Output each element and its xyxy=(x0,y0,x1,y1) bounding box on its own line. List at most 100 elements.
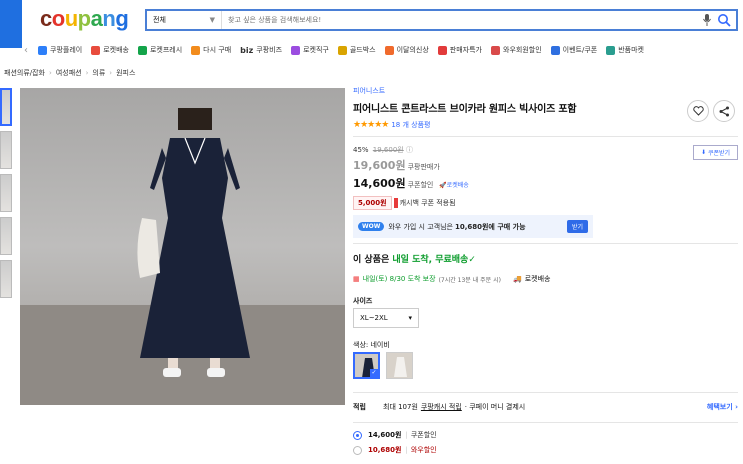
nav-item-10[interactable]: 이벤트/쿠폰 xyxy=(550,45,597,55)
sale-price: 19,600원 쿠팡판매가 xyxy=(353,159,440,172)
nav-item-icon xyxy=(38,45,47,55)
cash-reward: 적립 최대 107원 쿠팡캐시 적립 · 쿠페이 머니 결제시 혜택보기 › xyxy=(353,402,738,412)
wow-membership-banner: WOW 와우 가입 시 고객님은 10,680원에 구매 가능 받기 xyxy=(353,215,593,238)
nav-item-icon xyxy=(137,45,147,55)
nav-item-0[interactable]: 쿠팡플레이 xyxy=(38,45,82,55)
color-label: 색상: 네이비 xyxy=(353,341,390,349)
color-swatch-white[interactable] xyxy=(386,352,413,379)
search-category-select[interactable]: 전체 ▼ xyxy=(147,11,222,29)
nav-item-icon xyxy=(191,45,201,55)
nav-item-5[interactable]: 로켓직구 xyxy=(291,45,329,55)
nav-item-7[interactable]: 이달의신상 xyxy=(384,45,429,55)
product-title: 피어니스트 콘트라스트 브이카라 원피스 빅사이즈 포함 xyxy=(353,104,577,115)
thumbnail-strip xyxy=(0,88,12,303)
thumbnail-3[interactable] xyxy=(0,174,12,212)
brand-link[interactable]: 피어니스트 xyxy=(353,86,743,96)
price-option-1[interactable]: 10,680원 | 와우할인 xyxy=(353,445,437,455)
benefits-link[interactable]: 혜택보기 › xyxy=(707,402,738,412)
price-option-0[interactable]: 14,600원 | 쿠폰할인 xyxy=(353,430,437,440)
breadcrumb-item[interactable]: 원피스 xyxy=(116,69,135,77)
divider-bar: | xyxy=(405,446,408,454)
thumbnail-2[interactable] xyxy=(0,131,12,169)
search-input[interactable] xyxy=(222,16,703,24)
nav-item-icon xyxy=(437,45,447,55)
nav-left-arrow-icon[interactable]: ‹ xyxy=(24,45,28,56)
white-swatch-image xyxy=(387,353,412,378)
search-bar: 전체 ▼ xyxy=(145,9,738,31)
nav-item-icon xyxy=(491,45,500,55)
divider xyxy=(353,243,738,244)
rocket-delivery-label: 🚚 로켓배송 xyxy=(512,275,551,283)
navy-dress-figure xyxy=(137,108,250,377)
nav-item-icon xyxy=(384,45,394,55)
nav-item-4[interactable]: biz 쿠팡비즈 xyxy=(240,45,282,55)
check-icon: ✓ xyxy=(370,369,378,377)
radio-button[interactable] xyxy=(353,430,362,440)
nav-item-icon xyxy=(550,45,560,55)
breadcrumb-item[interactable]: 여성패션 xyxy=(56,69,82,77)
breadcrumb-item[interactable]: 패션의류/잡화 xyxy=(4,69,45,77)
breadcrumb-separator-icon: › xyxy=(49,69,52,77)
thumbnail-5[interactable] xyxy=(0,260,12,298)
share-icon xyxy=(719,106,729,116)
nav-item-8[interactable]: 판매자특가 xyxy=(437,45,482,55)
rating-stars: ★★★★★ xyxy=(353,120,389,130)
nav-item-icon: biz xyxy=(240,45,254,55)
nav-item-icon xyxy=(337,45,347,55)
nav-item-2[interactable]: 로켓프레시 xyxy=(137,45,182,55)
coupon-download-button[interactable]: ⬇ 쿠폰받기 xyxy=(693,145,738,160)
nav-item-3[interactable]: 다시 구매 xyxy=(191,45,231,55)
thumbnail-4[interactable] xyxy=(0,217,12,255)
cashback-tag-icon xyxy=(393,198,398,208)
info-icon[interactable]: ⓘ xyxy=(406,146,413,154)
breadcrumb: 패션의류/잡화 › 여성패션 › 의류 › 원피스 xyxy=(4,68,135,78)
divider xyxy=(353,422,738,423)
download-icon: ⬇ xyxy=(700,149,706,156)
arrival-info: ▦ 내일(토) 8/30 도착 보장 (7시간 13분 내 주문 시) 🚚 로켓배… xyxy=(353,275,551,284)
nav-item-6[interactable]: 골드박스 xyxy=(337,45,376,55)
breadcrumb-separator-icon: › xyxy=(109,69,113,77)
share-button[interactable] xyxy=(713,100,735,122)
cashback-coupon: 5,000원 캐시백 쿠폰 적용됨 xyxy=(353,196,738,210)
caret-down-icon: ▾ xyxy=(408,314,412,322)
coupang-cash-link[interactable]: 쿠팡캐시 적립 xyxy=(421,402,462,412)
search-icon[interactable] xyxy=(717,13,731,27)
rating[interactable]: ★★★★★ 18 개 상품평 xyxy=(353,120,743,130)
coupon-price: 14,600원 쿠폰할인 🚀로켓배송 xyxy=(353,177,469,190)
nav-item-icon xyxy=(606,45,616,55)
wow-join-button[interactable]: 받기 xyxy=(566,220,588,233)
microphone-icon[interactable] xyxy=(703,14,711,26)
breadcrumb-item[interactable]: 의류 xyxy=(92,69,105,77)
nav-item-1[interactable]: 로켓배송 xyxy=(91,45,129,55)
radio-button[interactable] xyxy=(353,445,362,455)
divider xyxy=(353,392,738,393)
check-icon: ✓ xyxy=(468,255,476,265)
wishlist-button[interactable] xyxy=(687,100,709,122)
nav-item-11[interactable]: 반품마켓 xyxy=(606,45,644,55)
divider xyxy=(353,136,738,137)
heart-icon xyxy=(692,106,704,116)
color-swatch-navy[interactable]: ✓ xyxy=(353,352,380,379)
shipping-headline: 이 상품은 내일 도착, 무료배송✓ xyxy=(353,255,476,265)
discount-line: 45% 19,600원 ⓘ xyxy=(353,146,413,154)
breadcrumb-separator-icon: › xyxy=(85,69,89,77)
product-main-image[interactable] xyxy=(20,88,345,405)
calendar-icon: ▦ xyxy=(353,275,360,283)
chevron-down-icon: ▼ xyxy=(209,16,215,24)
nav-item-icon xyxy=(91,45,101,55)
left-edge-tab[interactable] xyxy=(0,0,22,48)
category-nav: ‹ 쿠팡플레이 로켓배송 로켓프레시 다시 구매 biz 쿠팡비즈 로켓직구 골드박스 이달의신… xyxy=(24,40,743,60)
review-count[interactable]: 18 개 상품평 xyxy=(391,120,430,130)
size-select[interactable]: XL~2XL ▾ xyxy=(353,308,419,328)
thumbnail-1[interactable] xyxy=(0,88,12,126)
wow-badge: WOW xyxy=(358,222,385,231)
nav-item-icon xyxy=(291,45,301,55)
size-label: 사이즈 xyxy=(353,297,373,305)
price-block: 45% 19,600원 ⓘ 19,600원 쿠팡판매가 14,600원 쿠폰할인 🚀… xyxy=(353,145,738,238)
truck-icon: 🚚 xyxy=(512,275,522,283)
coupang-logo[interactable]: coupang xyxy=(40,6,129,32)
nav-item-9[interactable]: 와우회원할인 xyxy=(491,45,542,55)
product-info: 피어니스트 피어니스트 콘트라스트 브이카라 원피스 빅사이즈 포함 ★★★★★… xyxy=(353,86,743,130)
divider-bar: | xyxy=(405,431,408,439)
rocket-delivery-badge: 🚀로켓배송 xyxy=(439,182,469,189)
